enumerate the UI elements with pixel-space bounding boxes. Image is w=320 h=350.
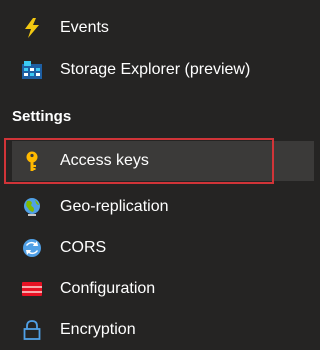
- nav-item-label: Access keys: [60, 152, 149, 169]
- lightning-bolt-icon: [22, 18, 42, 38]
- key-icon: [22, 151, 42, 171]
- nav-item-storage-explorer[interactable]: Storage Explorer (preview): [0, 50, 314, 90]
- section-header-settings: Settings: [12, 108, 72, 125]
- cors-icon: [22, 238, 42, 258]
- nav-item-label: Configuration: [60, 280, 156, 297]
- nav-item-label: Events: [60, 19, 109, 36]
- globe-icon: [22, 197, 42, 217]
- nav-item-encryption[interactable]: Encryption: [0, 310, 314, 350]
- nav-item-geo-replication[interactable]: Geo-replication: [0, 187, 314, 227]
- nav-item-configuration[interactable]: Configuration: [0, 269, 314, 309]
- nav-item-label: Geo-replication: [60, 198, 169, 215]
- nav-item-label: CORS: [60, 239, 107, 256]
- nav-item-cors[interactable]: CORS: [0, 228, 314, 268]
- nav-item-events[interactable]: Events: [0, 8, 314, 48]
- lock-icon: [22, 320, 42, 340]
- nav-item-label: Storage Explorer (preview): [60, 61, 251, 78]
- settings-navigation-panel: Events Storage Explorer (preview) Settin…: [0, 0, 314, 350]
- storage-explorer-icon: [22, 60, 42, 80]
- nav-item-access-keys[interactable]: Access keys: [12, 141, 314, 181]
- configuration-icon: [22, 279, 42, 299]
- nav-item-label: Encryption: [60, 321, 136, 338]
